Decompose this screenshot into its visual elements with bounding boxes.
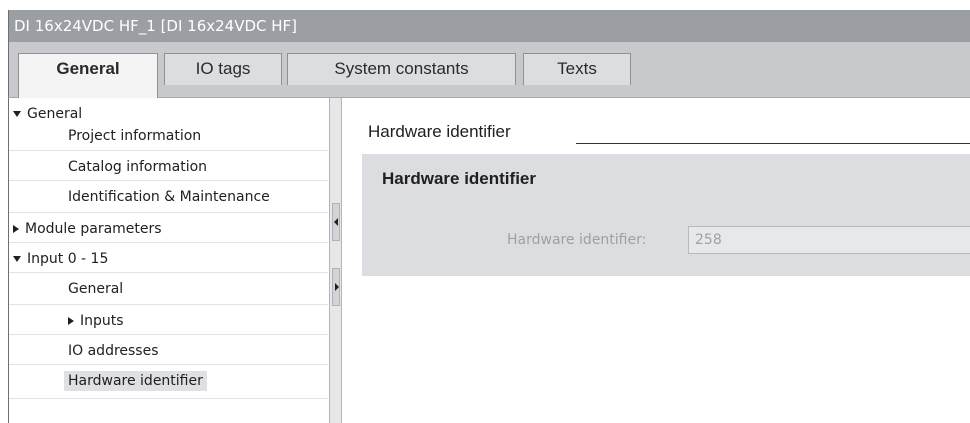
navigation-tree: General Project information Catalog info… xyxy=(8,98,328,423)
nav-item-label: Inputs xyxy=(80,313,124,329)
collapse-arrow-icon[interactable] xyxy=(13,225,19,233)
panel-title: Hardware identifier xyxy=(382,169,536,188)
collapse-arrow-icon[interactable] xyxy=(68,317,74,325)
nav-item-label: Catalog information xyxy=(68,159,208,175)
arrow-left-icon xyxy=(334,218,338,226)
tab-system-constants[interactable]: System constants xyxy=(287,53,516,85)
tab-texts[interactable]: Texts xyxy=(523,53,631,85)
tab-bar: General IO tags System constants Texts xyxy=(8,42,970,98)
nav-item-io-addresses[interactable]: IO addresses xyxy=(68,338,159,364)
nav-item-label: IO addresses xyxy=(68,343,159,359)
collapse-left-button[interactable] xyxy=(332,203,340,241)
nav-item-catalog-information[interactable]: Catalog information xyxy=(68,154,207,180)
window-title-bar: DI 16x24VDC HF_1 [DI 16x24VDC HF] xyxy=(8,10,970,42)
window-title: DI 16x24VDC HF_1 [DI 16x24VDC HF] xyxy=(14,17,298,35)
tab-general[interactable]: General xyxy=(18,53,158,98)
hardware-identifier-field: 258 xyxy=(688,226,970,254)
panel-splitter[interactable] xyxy=(329,98,342,423)
properties-content: Hardware identifier Hardware identifier … xyxy=(343,98,970,423)
section-divider xyxy=(576,143,970,144)
nav-item-hardware-identifier[interactable]: Hardware identifier xyxy=(64,368,207,394)
nav-item-label: General xyxy=(27,106,83,122)
expand-arrow-icon[interactable] xyxy=(13,111,21,117)
nav-item-input-general[interactable]: General xyxy=(68,276,123,302)
nav-item-project-information[interactable]: Project information xyxy=(68,123,201,149)
nav-item-identification-maintenance[interactable]: Identification & Maintenance xyxy=(68,184,270,210)
nav-item-label: Hardware identifier xyxy=(64,371,207,391)
nav-item-label: Input 0 - 15 xyxy=(27,251,109,267)
section-title: Hardware identifier xyxy=(368,122,511,141)
arrow-right-icon xyxy=(335,283,339,291)
nav-item-inputs[interactable]: Inputs xyxy=(68,308,124,334)
nav-item-label: General xyxy=(68,281,124,297)
tab-io-tags[interactable]: IO tags xyxy=(164,53,282,85)
hardware-identifier-panel: Hardware identifier Hardware identifier:… xyxy=(362,154,970,276)
nav-item-label: Identification & Maintenance xyxy=(68,189,270,205)
expand-right-button[interactable] xyxy=(332,268,340,306)
nav-item-module-parameters[interactable]: Module parameters xyxy=(13,216,162,242)
hardware-identifier-label: Hardware identifier: xyxy=(507,232,647,248)
nav-item-label: Module parameters xyxy=(25,221,162,237)
nav-item-input-0-15[interactable]: Input 0 - 15 xyxy=(13,246,108,272)
expand-arrow-icon[interactable] xyxy=(13,256,21,262)
nav-item-label: Project information xyxy=(68,128,202,144)
